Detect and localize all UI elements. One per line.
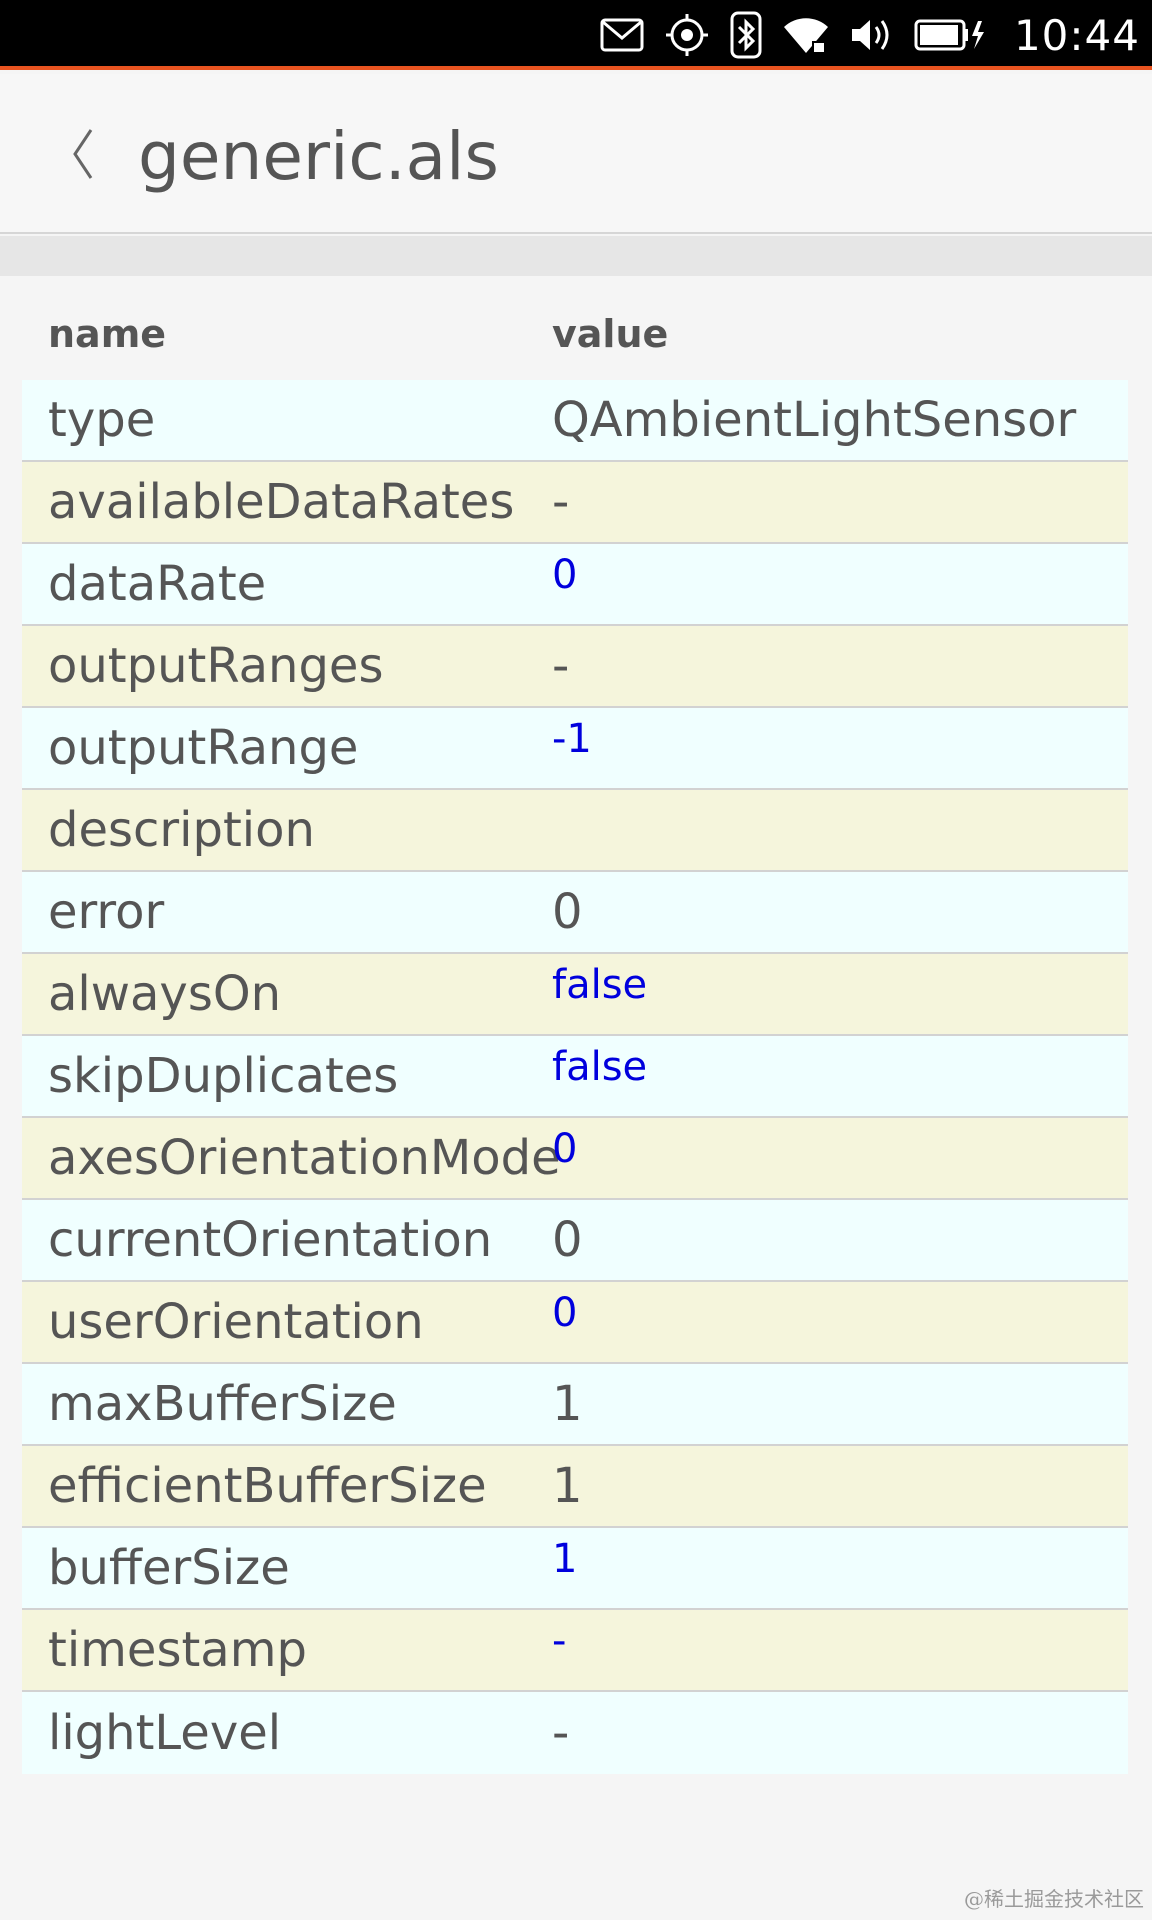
property-name: outputRanges xyxy=(48,638,384,694)
property-value-field[interactable]: false xyxy=(552,1036,1128,1116)
table-row: skipDuplicates false xyxy=(22,1036,1128,1118)
page-title: generic.als xyxy=(138,118,499,195)
table-row: dataRate 0 xyxy=(22,544,1128,626)
watermark: @稀土掘金技术社区 xyxy=(964,1887,1144,1911)
property-name: userOrientation xyxy=(48,1294,424,1350)
property-name: dataRate xyxy=(48,556,267,612)
status-clock: 10:44 xyxy=(1013,10,1140,60)
property-name: description xyxy=(48,802,315,858)
property-value-field[interactable]: 0 xyxy=(552,544,1128,624)
table-row: error 0 xyxy=(22,872,1128,954)
property-value-field[interactable]: - xyxy=(552,1610,1128,1690)
table-row: outputRange -1 xyxy=(22,708,1128,790)
table-row: lightLevel - xyxy=(22,1692,1128,1774)
property-name: axesOrientationMode xyxy=(48,1130,561,1186)
table-row: efficientBufferSize 1 xyxy=(22,1446,1128,1528)
chevron-left-icon xyxy=(73,129,93,179)
property-value-field[interactable]: 0 xyxy=(552,1118,1128,1198)
table-row: bufferSize 1 xyxy=(22,1528,1128,1610)
table-row: outputRanges - xyxy=(22,626,1128,708)
property-name: lightLevel xyxy=(48,1705,282,1761)
location-icon xyxy=(664,12,710,58)
property-name: efficientBufferSize xyxy=(48,1458,487,1514)
property-value: 0 xyxy=(552,884,583,940)
property-value: - xyxy=(552,474,570,530)
table-body: type QAmbientLightSensor availableDataRate… xyxy=(22,380,1128,1774)
property-value: 0 xyxy=(552,1212,583,1268)
property-value: - xyxy=(552,1705,570,1761)
column-header-name: name xyxy=(48,312,167,356)
property-value: QAmbientLightSensor xyxy=(552,392,1077,448)
column-header-value: value xyxy=(552,312,669,356)
header-divider xyxy=(0,236,1152,276)
property-name: error xyxy=(48,884,165,940)
property-value: 1 xyxy=(552,1376,583,1432)
table-row: availableDataRates - xyxy=(22,462,1128,544)
table-row: description xyxy=(22,790,1128,872)
table-row: axesOrientationMode 0 xyxy=(22,1118,1128,1200)
property-name: availableDataRates xyxy=(48,474,515,530)
property-value xyxy=(552,790,1128,870)
mail-icon xyxy=(600,18,644,52)
property-value: 1 xyxy=(552,1458,583,1514)
property-value-field[interactable]: 1 xyxy=(552,1528,1128,1608)
back-button[interactable] xyxy=(52,114,112,194)
properties-table: name value type QAmbientLightSensor availa… xyxy=(22,288,1128,1774)
property-name: outputRange xyxy=(48,720,359,776)
battery-charging-icon xyxy=(914,17,986,53)
property-name: alwaysOn xyxy=(48,966,282,1022)
property-name: currentOrientation xyxy=(48,1212,493,1268)
property-value-field[interactable]: -1 xyxy=(552,708,1128,788)
table-row: maxBufferSize 1 xyxy=(22,1364,1128,1446)
table-header: name value xyxy=(22,288,1128,380)
table-row: alwaysOn false xyxy=(22,954,1128,1036)
wifi-icon xyxy=(782,15,830,55)
property-name: skipDuplicates xyxy=(48,1048,399,1104)
property-name: type xyxy=(48,392,156,448)
property-name: timestamp xyxy=(48,1622,307,1678)
bluetooth-icon xyxy=(730,11,762,59)
property-name: bufferSize xyxy=(48,1540,290,1596)
status-bar: 10:44 xyxy=(0,0,1152,70)
table-row: timestamp - xyxy=(22,1610,1128,1692)
status-icons: 10:44 xyxy=(600,0,1140,70)
property-name: maxBufferSize xyxy=(48,1376,397,1432)
table-row: type QAmbientLightSensor xyxy=(22,380,1128,462)
property-value-field[interactable]: false xyxy=(552,954,1128,1034)
table-row: userOrientation 0 xyxy=(22,1282,1128,1364)
page-header: generic.als xyxy=(0,74,1152,234)
volume-icon xyxy=(850,15,894,55)
table-row: currentOrientation 0 xyxy=(22,1200,1128,1282)
property-value-field[interactable]: 0 xyxy=(552,1282,1128,1362)
property-value: - xyxy=(552,638,570,694)
